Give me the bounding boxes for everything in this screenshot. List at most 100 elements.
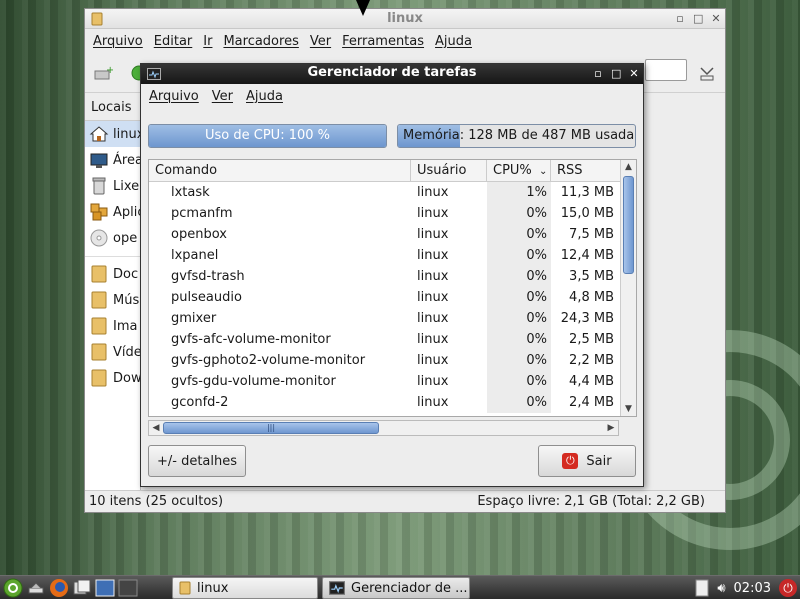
quit-button[interactable]: ⏻ Sair	[538, 445, 636, 477]
task-manager-titlebar[interactable]: Gerenciador de tarefas ▫ □ ✕	[141, 64, 643, 84]
file-manager-launcher-icon[interactable]	[72, 578, 92, 598]
folder-icon	[91, 317, 107, 335]
menu-arquivo[interactable]: Arquivo	[93, 34, 150, 49]
process-rows: lxtask linux 1% 11,3 MB pcmanfm linux 0% 15,0 M…	[149, 182, 621, 413]
process-cpu: 0%	[487, 329, 551, 350]
task-linux[interactable]: linux	[172, 577, 318, 599]
process-command: lxtask	[171, 185, 210, 200]
scroll-down-icon[interactable]: ▼	[621, 402, 636, 416]
menu-ver[interactable]: Ver	[212, 89, 240, 104]
process-rss: 24,3 MB	[560, 311, 614, 326]
table-row[interactable]: gconfd-2 linux 0% 2,4 MB	[149, 392, 621, 413]
location-bar[interactable]	[645, 59, 687, 81]
menu-logo-icon[interactable]	[3, 578, 23, 598]
process-command: gvfs-gdu-volume-monitor	[171, 374, 336, 389]
svg-text:+: +	[106, 65, 113, 76]
task-manager-icon	[329, 581, 345, 595]
mouse-cursor	[356, 0, 370, 16]
file-manager-title: linux	[387, 11, 423, 26]
process-cpu: 1%	[487, 182, 551, 203]
menu-arquivo[interactable]: Arquivo	[149, 89, 206, 104]
taskbar: linux Gerenciador de ... 🔊︎ 02:03 ⏻	[0, 575, 800, 599]
sidebar-divider	[85, 251, 140, 257]
table-row[interactable]: pcmanfm linux 0% 15,0 MB	[149, 203, 621, 224]
firefox-icon[interactable]	[49, 578, 69, 598]
task-manager-title: Gerenciador de tarefas	[307, 65, 477, 80]
table-row[interactable]: gvfs-afc-volume-monitor linux 0% 2,5 MB	[149, 329, 621, 350]
file-manager-menubar: Arquivo Editar Ir Marcadores Ver Ferrame…	[85, 29, 725, 53]
vertical-scrollbar[interactable]: ▲ ▼	[620, 160, 636, 416]
close-icon[interactable]: ✕	[711, 12, 721, 25]
scroll-right-icon[interactable]: ▶	[604, 421, 618, 435]
clock[interactable]: 02:03	[734, 581, 771, 596]
process-command: gvfsd-trash	[171, 269, 245, 284]
process-user: linux	[417, 395, 449, 410]
bookmark-documents[interactable]: Doc	[85, 261, 140, 287]
menu-ir[interactable]: Ir	[203, 34, 219, 49]
column-cpu[interactable]: CPU% ⌄	[487, 160, 551, 181]
cpu-usage-label: Uso de CPU: 100 %	[205, 128, 330, 143]
scroll-up-icon[interactable]: ▲	[621, 160, 636, 174]
process-rss: 2,5 MB	[569, 332, 614, 347]
menu-ver[interactable]: Ver	[310, 34, 338, 49]
workspace-1-icon[interactable]	[95, 578, 115, 598]
process-user: linux	[417, 290, 449, 305]
places-sidebar: Locais linux Área Lixe	[85, 95, 141, 495]
volume-icon[interactable]: 🔊︎	[717, 581, 725, 596]
table-row[interactable]: gvfs-gdu-volume-monitor linux 0% 4,4 MB	[149, 371, 621, 392]
place-desktop[interactable]: Área	[85, 147, 140, 173]
maximize-icon[interactable]: □	[693, 12, 703, 25]
place-trash[interactable]: Lixe	[85, 173, 140, 199]
bookmark-pictures[interactable]: Ima	[85, 313, 140, 339]
process-command: lxpanel	[171, 248, 219, 263]
process-cpu: 0%	[487, 203, 551, 224]
menu-ferramentas[interactable]: Ferramentas	[342, 34, 431, 49]
task-task-manager[interactable]: Gerenciador de ...	[322, 577, 470, 599]
horizontal-scrollbar[interactable]: ◀ ||| ▶	[148, 420, 619, 436]
place-disc[interactable]: ope	[85, 225, 140, 251]
bookmark-videos[interactable]: Víde	[85, 339, 140, 365]
workspace-2-icon[interactable]	[118, 578, 138, 598]
logout-icon[interactable]: ⏻	[779, 579, 797, 597]
show-desktop-icon[interactable]	[26, 578, 46, 598]
bookmark-downloads[interactable]: Dow	[85, 365, 140, 391]
document-icon[interactable]	[695, 579, 709, 597]
process-cpu: 0%	[487, 245, 551, 266]
menu-ajuda[interactable]: Ajuda	[435, 34, 479, 49]
system-tray: 🔊︎ 02:03 ⏻	[695, 576, 800, 599]
minimize-icon[interactable]: ▫	[675, 12, 685, 25]
process-rss: 2,2 MB	[569, 353, 614, 368]
table-row[interactable]: lxtask linux 1% 11,3 MB	[149, 182, 621, 203]
details-button[interactable]: +/- detalhes	[148, 445, 246, 477]
bookmark-music[interactable]: Mús	[85, 287, 140, 313]
table-row[interactable]: gvfs-gphoto2-volume-monitor linux 0% 2,2 MB	[149, 350, 621, 371]
menu-editar[interactable]: Editar	[154, 34, 200, 49]
column-command[interactable]: Comando	[149, 160, 411, 181]
place-home[interactable]: linux	[85, 121, 140, 147]
table-row[interactable]: pulseaudio linux 0% 4,8 MB	[149, 287, 621, 308]
new-tab-icon[interactable]: +	[93, 65, 113, 81]
menu-ajuda[interactable]: Ajuda	[246, 89, 290, 104]
folder-icon	[91, 369, 107, 387]
minimize-icon[interactable]: ▫	[593, 67, 603, 80]
vertical-scroll-thumb[interactable]	[623, 176, 634, 274]
table-row[interactable]: lxpanel linux 0% 12,4 MB	[149, 245, 621, 266]
memory-usage-bar: Memória: 128 MB de 487 MB usada	[397, 124, 636, 148]
column-rss[interactable]: RSS	[551, 160, 620, 181]
table-row[interactable]: openbox linux 0% 7,5 MB	[149, 224, 621, 245]
file-manager-titlebar[interactable]: linux ▫ □ ✕	[85, 9, 725, 29]
home-icon	[89, 126, 109, 142]
scroll-left-icon[interactable]: ◀	[149, 421, 163, 435]
place-applications[interactable]: Aplic	[85, 199, 140, 225]
jump-icon[interactable]	[697, 65, 717, 81]
maximize-icon[interactable]: □	[611, 67, 621, 80]
close-icon[interactable]: ✕	[629, 67, 639, 80]
table-row[interactable]: gmixer linux 0% 24,3 MB	[149, 308, 621, 329]
menu-marcadores[interactable]: Marcadores	[223, 34, 305, 49]
horizontal-scroll-thumb[interactable]: |||	[163, 422, 379, 434]
table-row[interactable]: gvfsd-trash linux 0% 3,5 MB	[149, 266, 621, 287]
process-user: linux	[417, 353, 449, 368]
column-user[interactable]: Usuário	[411, 160, 487, 181]
window-controls: ▫ □ ✕	[675, 12, 721, 25]
process-rss: 15,0 MB	[560, 206, 614, 221]
